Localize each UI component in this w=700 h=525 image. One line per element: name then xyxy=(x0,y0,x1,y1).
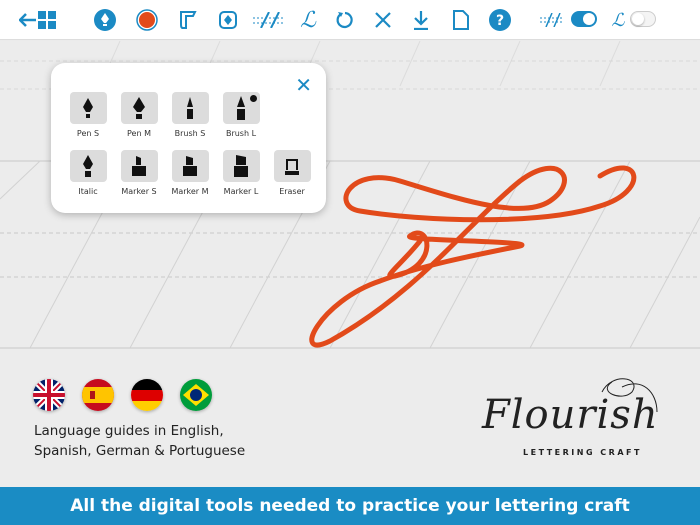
marker-icon xyxy=(222,150,260,182)
tool-marker-l[interactable]: Marker L xyxy=(215,150,267,196)
promo-banner: All the digital tools needed to practice… xyxy=(0,487,700,525)
marker-icon xyxy=(120,150,158,182)
guidelines-small-icon xyxy=(540,8,564,32)
tool-brush-l[interactable]: Brush L xyxy=(215,92,267,138)
letter-small-icon: ℒ xyxy=(611,9,625,31)
lettering-stroke xyxy=(309,165,637,348)
clear-icon[interactable] xyxy=(371,8,395,32)
undo-icon[interactable] xyxy=(333,8,357,32)
letter-guide-icon[interactable]: ℒ xyxy=(296,8,320,33)
paper-icon[interactable] xyxy=(176,8,200,32)
marker-icon xyxy=(171,150,209,182)
document-icon[interactable] xyxy=(449,8,473,32)
tool-brush-s[interactable]: Brush S xyxy=(164,92,216,138)
selected-indicator xyxy=(249,95,257,102)
tool-italic[interactable]: Italic xyxy=(62,150,114,196)
eraser-icon xyxy=(273,150,311,182)
pen-nib-icon xyxy=(69,92,107,124)
color-picker-icon[interactable] xyxy=(135,8,159,32)
guidelines-icon[interactable] xyxy=(253,8,285,32)
italic-nib-icon xyxy=(69,150,107,182)
tool-pen-s[interactable]: Pen S xyxy=(62,92,114,138)
pen-nib-icon xyxy=(120,92,158,124)
download-icon[interactable] xyxy=(409,8,433,32)
grid-icon[interactable] xyxy=(35,8,59,32)
language-guides-text: Language guides in English, Spanish, Ger… xyxy=(34,423,246,459)
guidelines-toggle[interactable] xyxy=(571,11,597,27)
tool-marker-s[interactable]: Marker S xyxy=(113,150,165,196)
tool-eraser[interactable]: Eraser xyxy=(266,150,318,196)
tool-picker-popup: ✕ Pen S Pen M Brush S Brush L Italic Mar… xyxy=(51,63,326,213)
pen-tool-icon[interactable] xyxy=(93,8,117,32)
toolbar: ℒ ? ℒ xyxy=(0,0,700,40)
stamp-icon[interactable] xyxy=(216,8,240,32)
help-icon[interactable]: ? xyxy=(488,8,512,32)
close-icon[interactable]: ✕ xyxy=(295,73,312,97)
brush-icon xyxy=(222,92,260,124)
brush-icon xyxy=(171,92,209,124)
germany-flag-icon xyxy=(131,379,163,411)
letter-guide-toggle[interactable] xyxy=(630,11,656,27)
brazil-flag-icon xyxy=(180,379,212,411)
tool-marker-m[interactable]: Marker M xyxy=(164,150,216,196)
flourish-logo: Flourish LETTERING CRAFT xyxy=(472,372,672,462)
svg-text:?: ? xyxy=(496,13,504,29)
uk-flag-icon xyxy=(33,379,65,411)
tool-pen-m[interactable]: Pen M xyxy=(113,92,165,138)
spain-flag-icon xyxy=(82,379,114,411)
